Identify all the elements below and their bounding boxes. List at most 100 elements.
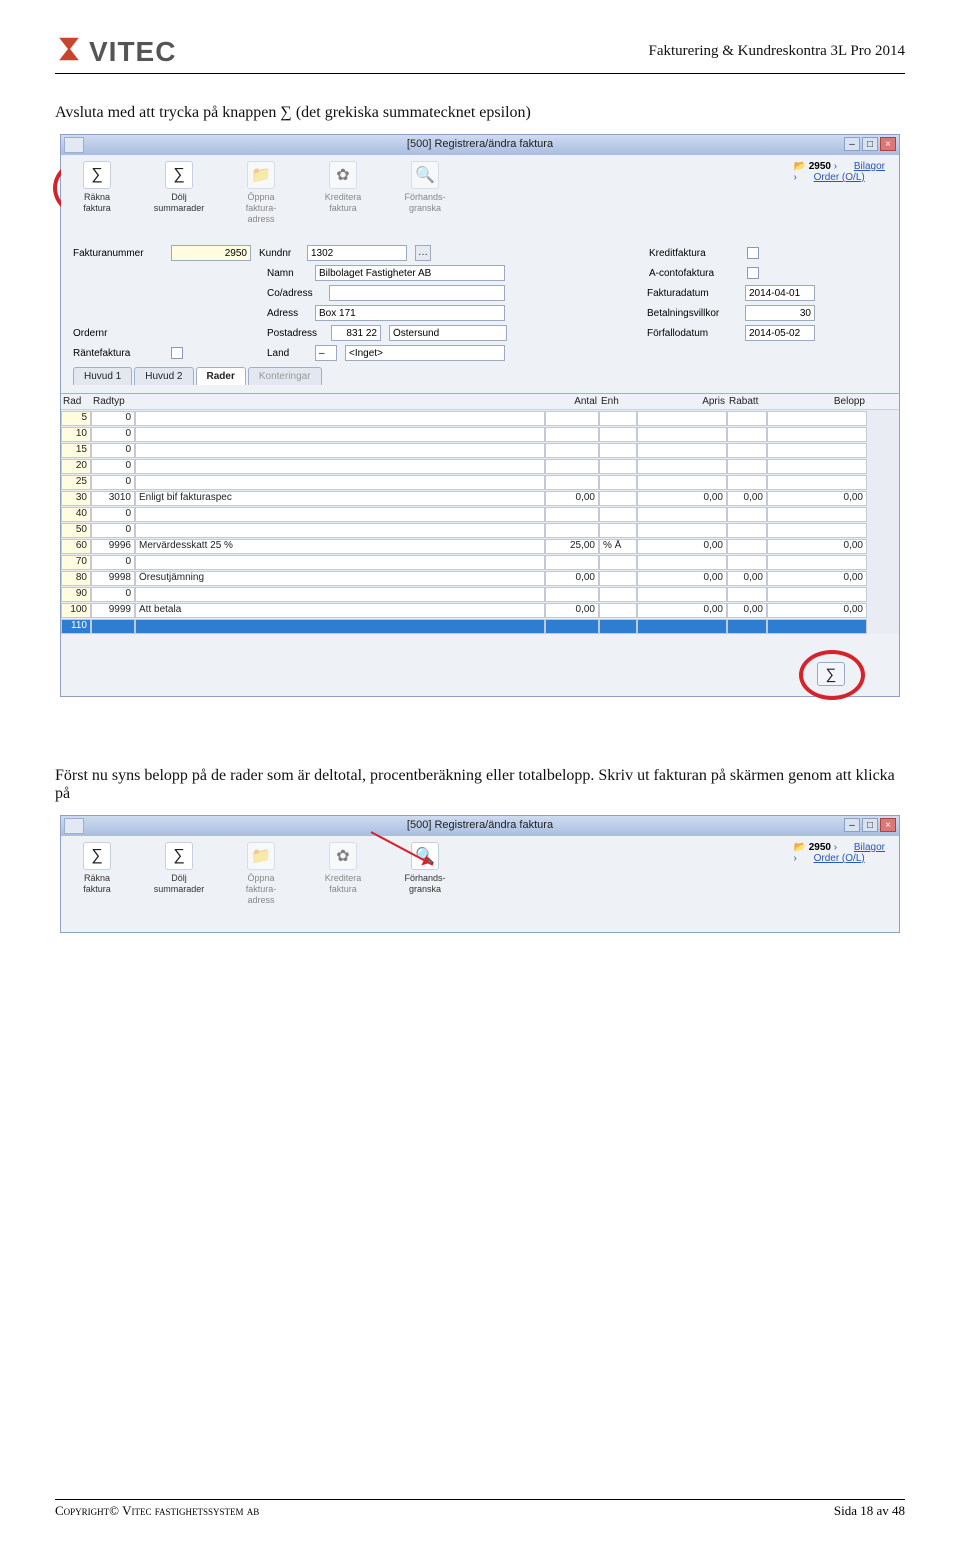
table-row[interactable]: 500	[61, 522, 899, 538]
table-cell[interactable]	[637, 411, 727, 426]
table-cell[interactable]	[637, 587, 727, 602]
table-cell[interactable]: 0,00	[767, 603, 867, 618]
table-row[interactable]: 150	[61, 442, 899, 458]
link-bilagor[interactable]: Bilagor	[854, 161, 885, 172]
kundnr-lookup-button[interactable]: …	[415, 245, 431, 261]
table-cell[interactable]	[545, 619, 599, 634]
table-cell[interactable]	[599, 411, 637, 426]
table-cell[interactable]: 0,00	[637, 539, 727, 554]
aconto-checkbox[interactable]	[747, 267, 759, 279]
table-cell[interactable]: 0,00	[767, 571, 867, 586]
table-row[interactable]: 1009999Att betala0,000,000,000,00	[61, 602, 899, 618]
co-input[interactable]	[329, 285, 505, 301]
table-row[interactable]: 100	[61, 426, 899, 442]
tab-konteringar[interactable]: Konteringar	[248, 367, 322, 385]
tab-huvud1[interactable]: Huvud 1	[73, 367, 132, 385]
table-cell[interactable]	[767, 475, 867, 490]
table-cell[interactable]	[599, 427, 637, 442]
table-cell[interactable]: 0	[91, 459, 135, 474]
betalvillkor-input[interactable]	[745, 305, 815, 321]
table-cell[interactable]	[135, 427, 545, 442]
tab-huvud2[interactable]: Huvud 2	[134, 367, 193, 385]
table-cell[interactable]: 0,00	[545, 491, 599, 506]
adress-input[interactable]	[315, 305, 505, 321]
table-cell[interactable]: 0,00	[727, 571, 767, 586]
link-bilagor[interactable]: Bilagor	[854, 842, 885, 853]
table-cell[interactable]: 40	[61, 507, 91, 522]
fakturadatum-input[interactable]	[745, 285, 815, 301]
table-cell[interactable]: 60	[61, 539, 91, 554]
table-row[interactable]: 900	[61, 586, 899, 602]
toolbar-button[interactable]: ∑Räkna faktura	[69, 161, 125, 225]
land-code-input[interactable]	[315, 345, 337, 361]
table-cell[interactable]	[727, 555, 767, 570]
toolbar-button[interactable]: 📁Öppna faktura- adress	[233, 161, 289, 225]
table-cell[interactable]	[545, 411, 599, 426]
window-titlebar[interactable]: [500] Registrera/ändra faktura – □ ×	[61, 135, 899, 155]
table-cell[interactable]	[545, 523, 599, 538]
toolbar-button[interactable]: ∑Dölj summarader	[151, 161, 207, 225]
table-cell[interactable]	[767, 443, 867, 458]
table-cell[interactable]	[599, 507, 637, 522]
close-button[interactable]: ×	[880, 818, 896, 832]
table-cell[interactable]	[727, 587, 767, 602]
table-cell[interactable]	[545, 555, 599, 570]
table-cell[interactable]: Mervärdesskatt 25 %	[135, 539, 545, 554]
table-cell[interactable]	[545, 459, 599, 474]
table-cell[interactable]	[727, 619, 767, 634]
table-cell[interactable]: 0,00	[767, 491, 867, 506]
table-cell[interactable]	[599, 523, 637, 538]
table-cell[interactable]: 0	[91, 427, 135, 442]
table-cell[interactable]: 0	[91, 587, 135, 602]
table-cell[interactable]: 0	[91, 555, 135, 570]
toolbar-button[interactable]: ∑Dölj summarader	[151, 842, 207, 906]
table-cell[interactable]: 10	[61, 427, 91, 442]
table-cell[interactable]	[135, 443, 545, 458]
table-cell[interactable]: 50	[61, 523, 91, 538]
table-cell[interactable]	[637, 427, 727, 442]
toolbar-button[interactable]: 🔍Förhands- granska	[397, 161, 453, 225]
table-cell[interactable]	[599, 443, 637, 458]
table-cell[interactable]: 9998	[91, 571, 135, 586]
table-cell[interactable]: 5	[61, 411, 91, 426]
toolbar-button[interactable]: 📁Öppna faktura- adress	[233, 842, 289, 906]
table-cell[interactable]: 100	[61, 603, 91, 618]
table-row[interactable]: 809998Öresutjämning0,000,000,000,00	[61, 570, 899, 586]
table-cell[interactable]: 0,00	[545, 571, 599, 586]
table-cell[interactable]	[135, 555, 545, 570]
table-cell[interactable]: 110	[61, 619, 91, 634]
table-cell[interactable]	[545, 475, 599, 490]
table-cell[interactable]	[637, 619, 727, 634]
table-cell[interactable]	[135, 459, 545, 474]
table-cell[interactable]	[599, 619, 637, 634]
table-cell[interactable]: 0	[91, 443, 135, 458]
table-cell[interactable]: 9996	[91, 539, 135, 554]
table-cell[interactable]: 0,00	[545, 603, 599, 618]
postnr-input[interactable]	[331, 325, 381, 341]
table-cell[interactable]	[727, 523, 767, 538]
minimize-button[interactable]: –	[844, 137, 860, 151]
minimize-button[interactable]: –	[844, 818, 860, 832]
table-cell[interactable]	[767, 507, 867, 522]
table-cell[interactable]	[599, 475, 637, 490]
table-cell[interactable]	[135, 587, 545, 602]
table-cell[interactable]	[767, 555, 867, 570]
table-cell[interactable]: 25,00	[545, 539, 599, 554]
table-cell[interactable]	[599, 587, 637, 602]
table-cell[interactable]	[727, 427, 767, 442]
table-row[interactable]: 700	[61, 554, 899, 570]
table-cell[interactable]: 70	[61, 555, 91, 570]
link-order[interactable]: Order (O/L)	[814, 172, 865, 183]
table-cell[interactable]: 15	[61, 443, 91, 458]
fakturanummer-input[interactable]	[171, 245, 251, 261]
kreditfaktura-checkbox[interactable]	[747, 247, 759, 259]
table-cell[interactable]	[135, 475, 545, 490]
table-cell[interactable]: 9999	[91, 603, 135, 618]
table-cell[interactable]: 0,00	[727, 491, 767, 506]
table-cell[interactable]	[599, 491, 637, 506]
link-order[interactable]: Order (O/L)	[814, 853, 865, 864]
table-cell[interactable]	[599, 555, 637, 570]
table-cell[interactable]	[135, 411, 545, 426]
table-cell[interactable]	[91, 619, 135, 634]
table-cell[interactable]: Att betala	[135, 603, 545, 618]
